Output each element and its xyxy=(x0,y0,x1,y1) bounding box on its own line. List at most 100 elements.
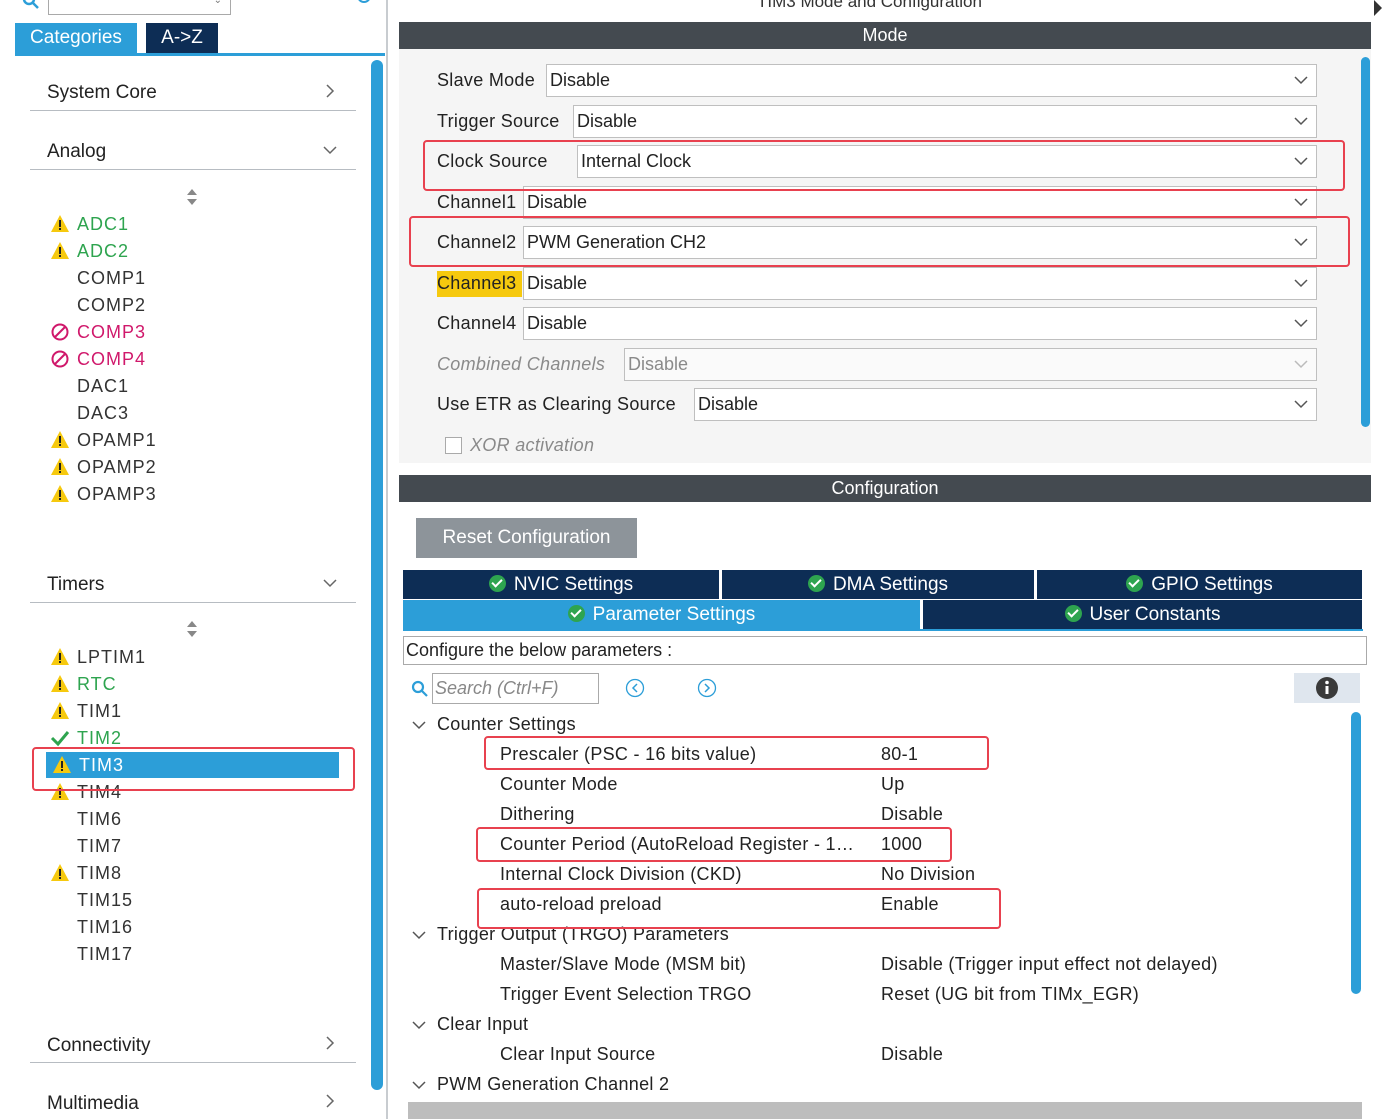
tab-label: DMA Settings xyxy=(832,574,949,595)
chevron-down-icon[interactable] xyxy=(412,1020,426,1030)
check-icon xyxy=(1064,605,1082,622)
tab-dma-settings[interactable]: DMA Settings xyxy=(722,570,1034,599)
mode-scrollbar[interactable] xyxy=(1361,57,1370,427)
info-icon xyxy=(1316,677,1338,699)
group-counter-settings[interactable]: Counter Settings xyxy=(437,714,576,735)
list-item-comp3[interactable]: COMP3 xyxy=(77,321,146,343)
next-icon[interactable] xyxy=(697,678,717,698)
label-xor-activation: XOR activation xyxy=(470,435,595,455)
list-item-opamp3[interactable]: OPAMP3 xyxy=(77,483,157,505)
tab-label: NVIC Settings xyxy=(513,574,634,595)
chevron-right-icon[interactable] xyxy=(1372,0,1384,16)
category-system-core[interactable]: System Core xyxy=(47,82,157,104)
warning-icon xyxy=(51,215,69,232)
reset-configuration-button[interactable]: Reset Configuration xyxy=(416,518,637,558)
chevron-down-icon[interactable] xyxy=(323,143,337,157)
param-counter-mode[interactable]: Counter Mode xyxy=(500,774,618,795)
tab-gpio-settings[interactable]: GPIO Settings xyxy=(1037,570,1362,599)
param-dithering[interactable]: Dithering xyxy=(500,804,575,825)
list-item-adc2[interactable]: ADC2 xyxy=(77,240,129,262)
label-channel1: Channel1 xyxy=(437,192,517,212)
param-msm-bit[interactable]: Master/Slave Mode (MSM bit) xyxy=(500,954,746,975)
info-button[interactable] xyxy=(1294,673,1360,703)
tab-categories[interactable]: Categories xyxy=(15,23,137,53)
label-channel4: Channel4 xyxy=(437,313,517,333)
check-icon xyxy=(488,575,506,592)
search-icon[interactable] xyxy=(22,0,40,10)
list-item-adc1[interactable]: ADC1 xyxy=(77,213,129,235)
chevron-down-icon[interactable] xyxy=(412,720,426,730)
list-item-dac1[interactable]: DAC1 xyxy=(77,375,129,397)
category-divider xyxy=(30,110,356,111)
group-clear-input[interactable]: Clear Input xyxy=(437,1014,528,1035)
warning-icon xyxy=(51,458,69,475)
tab-a-z[interactable]: A->Z xyxy=(146,23,218,53)
list-item-comp1[interactable]: COMP1 xyxy=(77,267,146,289)
select-value: Disable xyxy=(628,354,689,374)
select-channel3[interactable]: Disable xyxy=(523,267,1317,300)
checkmark-icon xyxy=(50,731,70,747)
parameter-scrollbar[interactable] xyxy=(1351,712,1361,994)
list-item-opamp2[interactable]: OPAMP2 xyxy=(77,456,157,478)
select-value: Disable xyxy=(527,313,588,333)
category-multimedia[interactable]: Multimedia xyxy=(47,1093,139,1115)
chevron-down-icon[interactable] xyxy=(412,1080,426,1090)
sort-icon[interactable] xyxy=(186,188,198,206)
previous-icon[interactable] xyxy=(625,678,645,698)
select-trigger-source[interactable]: Disable xyxy=(573,105,1317,138)
tab-parameter-settings[interactable]: Parameter Settings xyxy=(403,600,920,629)
list-item-tim1[interactable]: TIM1 xyxy=(77,700,122,722)
gear-icon[interactable] xyxy=(352,0,376,10)
panel-divider[interactable] xyxy=(386,0,388,1119)
sort-icon[interactable] xyxy=(186,620,198,638)
param-clear-input-source[interactable]: Clear Input Source xyxy=(500,1044,655,1065)
tab-label: User Constants xyxy=(1089,604,1221,625)
param-clock-division[interactable]: Internal Clock Division (CKD) xyxy=(500,864,742,885)
param-trgo-selection[interactable]: Trigger Event Selection TRGO xyxy=(500,984,752,1005)
param-clock-division-value[interactable]: No Division xyxy=(881,864,975,885)
tab-nvic-settings[interactable]: NVIC Settings xyxy=(403,570,719,599)
list-item-tim15[interactable]: TIM15 xyxy=(77,889,133,911)
check-icon xyxy=(807,575,825,592)
label-use-etr: Use ETR as Clearing Source xyxy=(437,394,676,414)
list-item-tim6[interactable]: TIM6 xyxy=(77,808,122,830)
annotation-box-auto-reload xyxy=(477,888,1001,929)
select-use-etr[interactable]: Disable xyxy=(694,388,1317,421)
xor-checkbox[interactable] xyxy=(445,437,462,454)
list-item-tim16[interactable]: TIM16 xyxy=(77,916,133,938)
category-scrollbar[interactable] xyxy=(371,60,383,1090)
list-item-comp4[interactable]: COMP4 xyxy=(77,348,146,370)
list-item-tim8[interactable]: TIM8 xyxy=(77,862,122,884)
warning-icon xyxy=(51,675,69,692)
chevron-down-icon[interactable] xyxy=(323,576,337,590)
chevron-right-icon[interactable] xyxy=(323,84,337,98)
tab-label: Parameter Settings xyxy=(592,604,756,625)
list-item-lptim1[interactable]: LPTIM1 xyxy=(77,646,146,668)
category-connectivity[interactable]: Connectivity xyxy=(47,1035,151,1057)
select-slave-mode[interactable]: Disable xyxy=(546,64,1317,97)
list-item-rtc[interactable]: RTC xyxy=(77,673,117,695)
list-item-tim17[interactable]: TIM17 xyxy=(77,943,133,965)
param-counter-mode-value[interactable]: Up xyxy=(881,774,905,795)
select-channel4[interactable]: Disable xyxy=(523,307,1317,340)
horizontal-scrollbar[interactable] xyxy=(408,1102,1362,1119)
list-item-comp2[interactable]: COMP2 xyxy=(77,294,146,316)
tab-user-constants[interactable]: User Constants xyxy=(923,600,1362,629)
list-item-opamp1[interactable]: OPAMP1 xyxy=(77,429,157,451)
chevron-right-icon[interactable] xyxy=(323,1094,337,1108)
chevron-right-icon[interactable] xyxy=(323,1036,337,1050)
category-timers[interactable]: Timers xyxy=(47,574,104,596)
param-clear-input-source-value[interactable]: Disable xyxy=(881,1044,943,1065)
chevron-down-icon[interactable] xyxy=(412,930,426,940)
category-analog[interactable]: Analog xyxy=(47,141,106,163)
list-item-tim2[interactable]: TIM2 xyxy=(77,727,122,749)
param-dithering-value[interactable]: Disable xyxy=(881,804,943,825)
select-combined-channels: Disable xyxy=(624,348,1317,381)
parameter-search-input[interactable]: Search (Ctrl+F) xyxy=(432,673,599,704)
param-msm-bit-value[interactable]: Disable (Trigger input effect not delaye… xyxy=(881,954,1218,975)
group-pwm-channel2[interactable]: PWM Generation Channel 2 xyxy=(437,1074,669,1095)
list-item-tim7[interactable]: TIM7 xyxy=(77,835,122,857)
category-search-input[interactable]: ⌄ xyxy=(48,0,231,15)
list-item-dac3[interactable]: DAC3 xyxy=(77,402,129,424)
param-trgo-selection-value[interactable]: Reset (UG bit from TIMx_EGR) xyxy=(881,984,1139,1005)
